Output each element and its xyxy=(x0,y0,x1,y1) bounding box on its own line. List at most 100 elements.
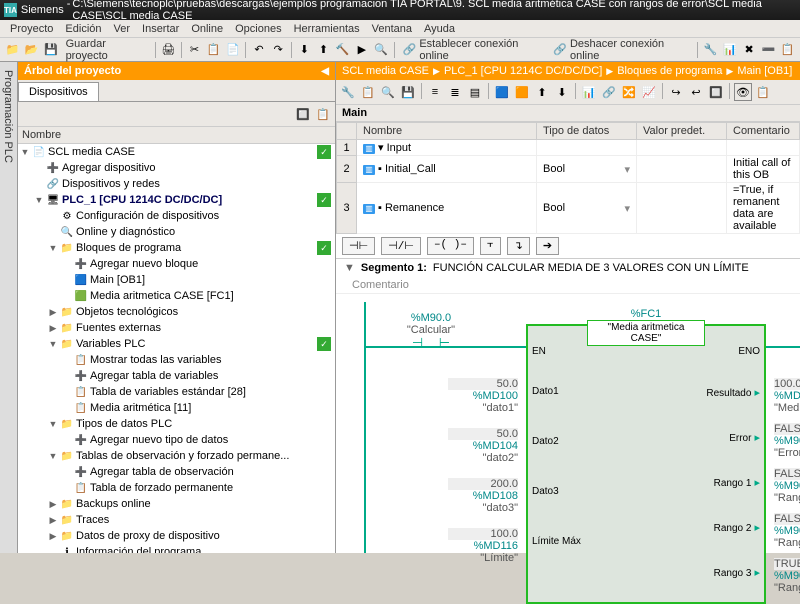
undo-icon[interactable]: ↶ xyxy=(250,41,267,59)
ed-tb-4[interactable]: 💾 xyxy=(399,83,417,101)
bc-blocks[interactable]: Bloques de programa xyxy=(617,65,722,77)
search-icon[interactable]: 🔍 xyxy=(372,41,389,59)
input-Dato3[interactable]: 200.0%MD108"dato3" xyxy=(448,478,518,514)
ed-tb-3[interactable]: 🔍 xyxy=(379,83,397,101)
output-Rango 3[interactable]: TRUE%M90.5"Rango3" xyxy=(774,558,800,594)
menu-online[interactable]: Online xyxy=(185,23,229,35)
tree-tb-icon-1[interactable]: 🔲 xyxy=(294,105,312,123)
col-nombre[interactable]: Nombre xyxy=(357,123,537,140)
collapse-panel-icon[interactable]: ◀ xyxy=(321,66,329,77)
cut-icon[interactable]: ✂ xyxy=(186,41,203,59)
sim-icon[interactable]: ▶ xyxy=(353,41,370,59)
tree-item[interactable]: 🟩Media aritmetica CASE [FC1] xyxy=(18,288,335,304)
segment-header[interactable]: ▼ Segmento 1: FUNCIÓN CALCULAR MEDIA DE … xyxy=(336,259,800,277)
menu-edicion[interactable]: Edición xyxy=(59,23,107,35)
ed-tb-8[interactable]: 🟦 xyxy=(493,83,511,101)
save-icon[interactable]: 💾 xyxy=(42,41,59,59)
tb-icon-3[interactable]: ✖ xyxy=(741,41,758,59)
tb-icon-4[interactable]: ➖ xyxy=(760,41,777,59)
ed-tb-19[interactable]: 📋 xyxy=(754,83,772,101)
copy-icon[interactable]: 📋 xyxy=(205,41,222,59)
print-icon[interactable]: 🖨 xyxy=(160,41,177,59)
tree-item[interactable]: ▼📁Tipos de datos PLC xyxy=(18,416,335,432)
tree-item[interactable]: ➕Agregar nuevo tipo de datos xyxy=(18,432,335,448)
menu-opciones[interactable]: Opciones xyxy=(229,23,287,35)
seg-btn-coil[interactable]: –( )– xyxy=(427,237,474,255)
ed-tb-16[interactable]: ↪ xyxy=(667,83,685,101)
tree-item[interactable]: ▼🖥PLC_1 [CPU 1214C DC/DC/DC]✓ xyxy=(18,192,335,208)
tree-item[interactable]: ▼📁Variables PLC✓ xyxy=(18,336,335,352)
menu-proyecto[interactable]: Proyecto xyxy=(4,23,59,35)
ed-tb-2[interactable]: 📋 xyxy=(359,83,377,101)
upload-icon[interactable]: ⬆ xyxy=(315,41,332,59)
seg-btn-box[interactable]: ⫟ xyxy=(480,237,501,255)
ed-tb-10[interactable]: ⬆ xyxy=(533,83,551,101)
tree-item[interactable]: 🔗Dispositivos y redes xyxy=(18,176,335,192)
segment-comment[interactable]: Comentario xyxy=(336,277,800,294)
input-Dato1[interactable]: 50.0%MD100"dato1" xyxy=(448,378,518,414)
tb-icon-1[interactable]: 🔧 xyxy=(702,41,719,59)
ed-tb-11[interactable]: ⬇ xyxy=(553,83,571,101)
interface-row[interactable]: 2▥▪ Initial_CallBool▾Initial call of thi… xyxy=(337,156,800,183)
ed-tb-7[interactable]: ▤ xyxy=(466,83,484,101)
ed-tb-12[interactable]: 📊 xyxy=(580,83,598,101)
segment-expand-icon[interactable]: ▼ xyxy=(344,262,355,274)
tree-item[interactable]: ℹInformación del programa xyxy=(18,544,335,553)
go-offline-button[interactable]: 🔗 Deshacer conexión online xyxy=(549,38,693,62)
menu-ventana[interactable]: Ventana xyxy=(366,23,418,35)
tree-item[interactable]: ▶📁Fuentes externas xyxy=(18,320,335,336)
go-online-button[interactable]: 🔗 Establecer conexión online xyxy=(399,38,548,62)
function-block[interactable]: %FC1 "Media aritmetica CASE" EN ENO Dato… xyxy=(526,324,766,604)
tree-item[interactable]: ▶📁Objetos tecnológicos xyxy=(18,304,335,320)
tab-dispositivos[interactable]: Dispositivos xyxy=(18,82,99,101)
tree-item[interactable]: ▶📁Traces xyxy=(18,512,335,528)
seg-btn-branch[interactable]: ↴ xyxy=(507,237,530,255)
download-icon[interactable]: ⬇ xyxy=(296,41,313,59)
ed-tb-monitor-icon[interactable]: 👁 xyxy=(734,83,752,101)
tree-item[interactable]: 📋Tabla de variables estándar [28] xyxy=(18,384,335,400)
interface-row[interactable]: 1▥▾ Input xyxy=(337,140,800,156)
redo-icon[interactable]: ↷ xyxy=(270,41,287,59)
menu-insertar[interactable]: Insertar xyxy=(136,23,185,35)
open-project-icon[interactable]: 📂 xyxy=(23,41,40,59)
ed-tb-17[interactable]: ↩ xyxy=(687,83,705,101)
tb-icon-2[interactable]: 📊 xyxy=(721,41,738,59)
tree-item[interactable]: ➕Agregar tabla de variables xyxy=(18,368,335,384)
tb-icon-5[interactable]: 📋 xyxy=(779,41,796,59)
tree-item[interactable]: ▼📁Tablas de observación y forzado perman… xyxy=(18,448,335,464)
tree-item[interactable]: ➕Agregar nuevo bloque xyxy=(18,256,335,272)
ed-tb-6[interactable]: ≣ xyxy=(446,83,464,101)
tree-item[interactable]: ▼📁Bloques de programa✓ xyxy=(18,240,335,256)
tree-item[interactable]: ➕Agregar dispositivo xyxy=(18,160,335,176)
new-project-icon[interactable]: 📁 xyxy=(4,41,21,59)
tree-item[interactable]: 📋Mostrar todas las variables xyxy=(18,352,335,368)
bc-plc[interactable]: PLC_1 [CPU 1214C DC/DC/DC] xyxy=(444,65,602,77)
tree-item[interactable]: 📋Media aritmética [11] xyxy=(18,400,335,416)
ladder-diagram[interactable]: %M90.0 "Calcular" ⊣ ⊢ %FC1 "Media aritme… xyxy=(336,294,800,553)
side-tab-programacion[interactable]: Programación PLC xyxy=(0,62,18,553)
tree-item[interactable]: ⚙Configuración de dispositivos xyxy=(18,208,335,224)
contact-calcular[interactable]: %M90.0 "Calcular" ⊣ ⊢ xyxy=(396,312,466,351)
output-Error[interactable]: FALSE%M90.2"Error" xyxy=(774,423,800,459)
compile-icon[interactable]: 🔨 xyxy=(334,41,351,59)
output-Rango 1[interactable]: FALSE%M90.3"Rango1" xyxy=(774,468,800,504)
menu-ver[interactable]: Ver xyxy=(108,23,137,35)
input-Dato2[interactable]: 50.0%MD104"dato2" xyxy=(448,428,518,464)
ed-tb-18[interactable]: 🔲 xyxy=(707,83,725,101)
menu-ayuda[interactable]: Ayuda xyxy=(418,23,461,35)
tree-tb-icon-2[interactable]: 📋 xyxy=(314,105,332,123)
col-tipo[interactable]: Tipo de datos xyxy=(537,123,637,140)
ed-tb-14[interactable]: 🔀 xyxy=(620,83,638,101)
bc-main[interactable]: Main [OB1] xyxy=(737,65,792,77)
output-Resultado[interactable]: 100.0%MD112"Media" xyxy=(774,378,800,414)
ed-tb-1[interactable]: 🔧 xyxy=(339,83,357,101)
col-valor[interactable]: Valor predet. xyxy=(637,123,727,140)
paste-icon[interactable]: 📄 xyxy=(224,41,241,59)
project-tree[interactable]: ▼📄SCL media CASE✓➕Agregar dispositivo🔗Di… xyxy=(18,144,335,553)
seg-btn-contact[interactable]: ⊣⊢ xyxy=(342,237,375,255)
tree-item[interactable]: ▶📁Datos de proxy de dispositivo xyxy=(18,528,335,544)
input-Límite Máx[interactable]: 100.0%MD116"Límite" xyxy=(448,528,518,564)
interface-row[interactable]: 3▥▪ RemanenceBool▾=True, if remanent dat… xyxy=(337,183,800,234)
output-Rango 2[interactable]: FALSE%M90.4"Rango2" xyxy=(774,513,800,549)
seg-btn-ncontact[interactable]: ⊣/⊢ xyxy=(381,237,421,255)
